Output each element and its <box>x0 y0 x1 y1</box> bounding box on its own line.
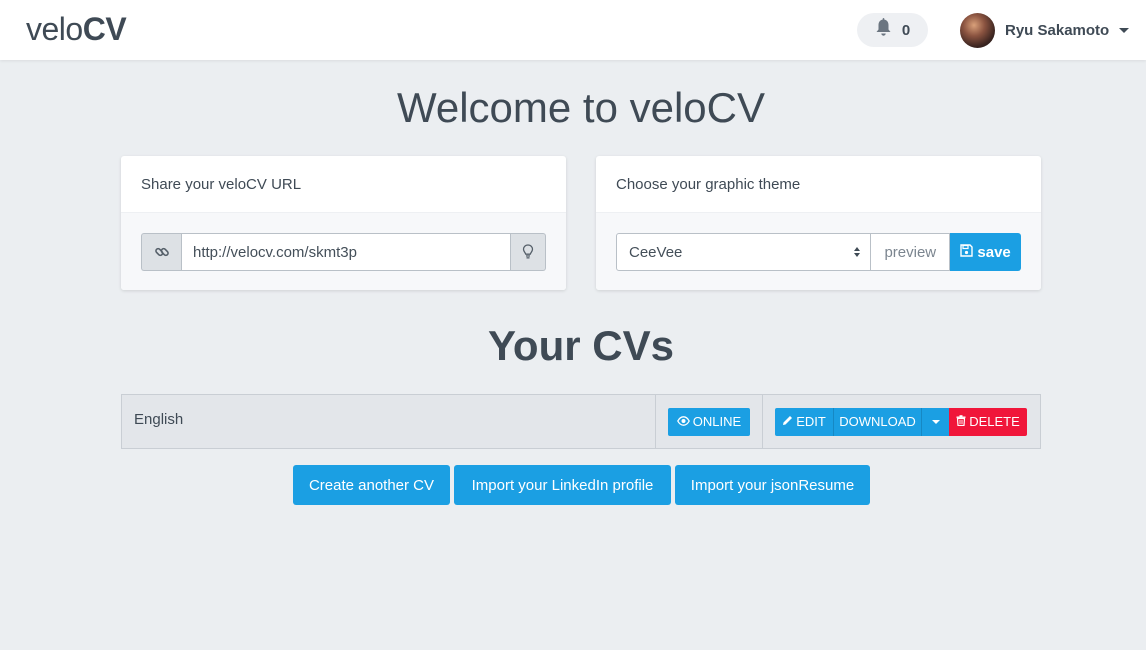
import-linkedin-button[interactable]: Import your LinkedIn profile <box>454 465 671 505</box>
trash-icon <box>956 414 966 429</box>
cv-row: English ONLINE EDIT DOWNLOAD DELETE <box>121 394 1041 449</box>
delete-label: DELETE <box>969 414 1020 429</box>
avatar <box>960 12 995 48</box>
top-navbar: veloCV 0 Ryu Sakamoto <box>0 0 1146 60</box>
edit-label: EDIT <box>796 414 826 429</box>
theme-select-value: CeeVee <box>629 243 683 261</box>
bell-icon <box>875 18 892 42</box>
create-cv-button[interactable]: Create another CV <box>293 465 450 505</box>
import-jsonresume-button[interactable]: Import your jsonResume <box>675 465 870 505</box>
notifications-count: 0 <box>901 21 911 39</box>
eye-icon <box>676 414 690 429</box>
theme-select[interactable]: CeeVee <box>616 233 872 271</box>
cv-online-cell: ONLINE <box>656 395 763 448</box>
edit-button[interactable]: EDIT <box>775 407 834 436</box>
your-cvs-title: Your CVs <box>488 322 674 369</box>
share-url-heading: Share your veloCV URL <box>141 176 302 193</box>
link-icon <box>141 233 181 271</box>
caret-down-icon <box>931 419 940 424</box>
share-url-body <box>121 212 566 290</box>
theme-card: Choose your graphic theme CeeVee preview… <box>596 156 1041 290</box>
preview-button[interactable]: preview <box>871 233 951 271</box>
save-label: save <box>977 243 1011 261</box>
velocv-logo[interactable]: veloCV <box>26 11 127 48</box>
share-url-input-group <box>141 233 546 271</box>
chevron-down-icon <box>1119 27 1130 33</box>
page-title: Welcome to veloCV <box>396 84 766 131</box>
cv-language: English <box>122 395 656 448</box>
theme-input-group: CeeVee preview save <box>616 233 1021 271</box>
pencil-icon <box>782 414 793 429</box>
lightbulb-icon[interactable] <box>511 233 546 271</box>
online-label: ONLINE <box>692 414 742 429</box>
save-button[interactable]: save <box>950 233 1021 271</box>
online-button[interactable]: ONLINE <box>668 407 750 436</box>
user-menu[interactable]: Ryu Sakamoto <box>960 12 1130 48</box>
share-url-field[interactable] <box>181 233 511 271</box>
logo-light-text: velo <box>26 11 83 47</box>
theme-heading: Choose your graphic theme <box>616 176 801 193</box>
logo-bold-text: CV <box>82 11 127 47</box>
delete-button[interactable]: DELETE <box>949 407 1027 436</box>
share-url-card: Share your veloCV URL <box>121 156 566 290</box>
select-arrows-icon <box>854 247 861 257</box>
download-dropdown-toggle[interactable] <box>922 407 949 436</box>
cv-actions-cell: EDIT DOWNLOAD DELETE <box>763 395 1040 448</box>
floppy-icon <box>960 243 974 261</box>
theme-body: CeeVee preview save <box>596 212 1041 290</box>
notifications-button[interactable]: 0 <box>857 13 928 47</box>
user-name: Ryu Sakamoto <box>1005 21 1110 39</box>
cv-actions-bar: Create another CV Import your LinkedIn p… <box>293 465 870 505</box>
download-button[interactable]: DOWNLOAD <box>834 407 922 436</box>
